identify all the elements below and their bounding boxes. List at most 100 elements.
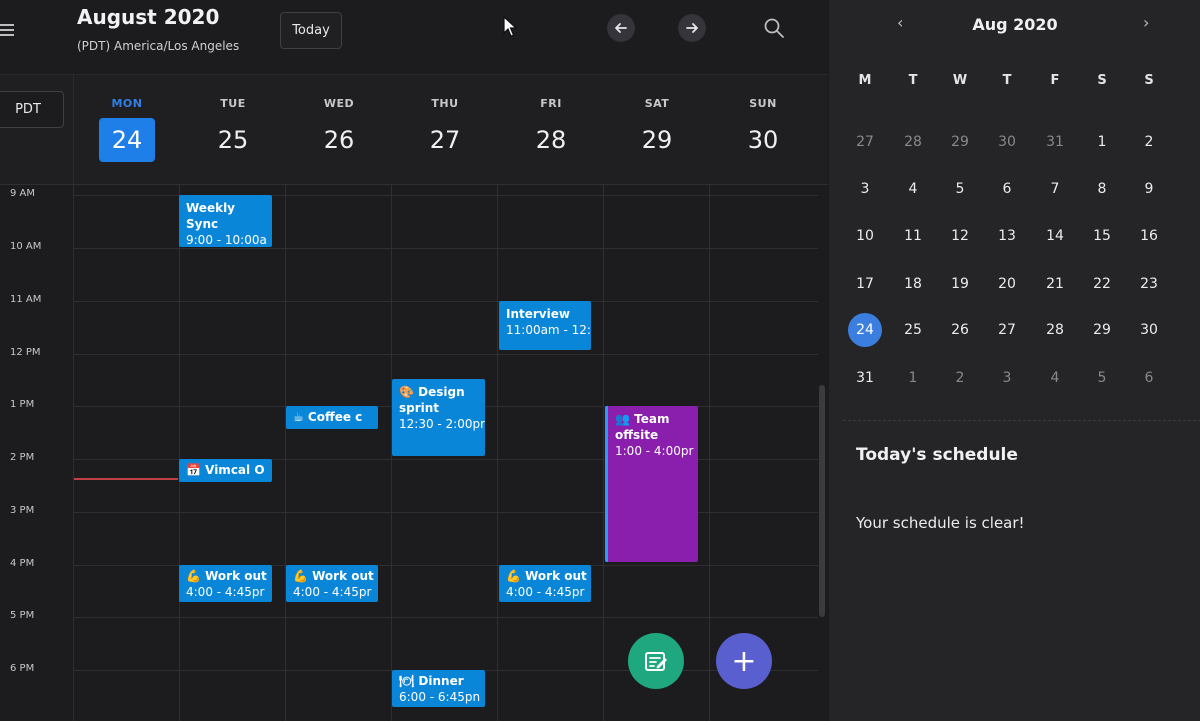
mini-day-number: 6 xyxy=(1002,181,1012,197)
day-name: WED xyxy=(323,97,355,110)
timezone-badge[interactable]: PDT xyxy=(0,91,64,128)
time-label: 3 PM xyxy=(10,505,35,516)
mini-day-number: 5 xyxy=(1097,370,1107,386)
event-time: 9:00 - 10:00a xyxy=(186,233,267,247)
mini-day[interactable]: 19 xyxy=(940,267,980,301)
mini-day-number: 3 xyxy=(860,181,870,197)
mini-day[interactable]: 16 xyxy=(1129,219,1169,253)
event-card[interactable]: 🍽 Dinner 6:00 - 6:45pn xyxy=(392,670,485,707)
mini-day-number: 1 xyxy=(908,370,918,386)
event-card[interactable]: 👥 Team offsite 1:00 - 4:00pr xyxy=(605,406,698,562)
event-card[interactable]: 💪 Work out 4:00 - 4:45pr xyxy=(179,565,272,602)
mini-day-selected[interactable]: 24 xyxy=(845,313,885,347)
day-header[interactable]: SAT 29 xyxy=(604,75,710,185)
mini-day[interactable]: 14 xyxy=(1035,219,1075,253)
mini-day-number: 11 xyxy=(904,228,922,244)
mini-day-number: 28 xyxy=(1046,322,1064,338)
mini-day-number: 17 xyxy=(856,276,874,292)
mini-day-number: 5 xyxy=(955,181,965,197)
mini-prev-month-button[interactable]: ‹ xyxy=(897,13,903,32)
calendar-main: August 2020 (PDT) America/Los Angeles To… xyxy=(0,0,828,721)
mini-day-number: 13 xyxy=(998,228,1016,244)
mini-day[interactable]: 23 xyxy=(1129,267,1169,301)
plus-icon: + xyxy=(731,643,757,679)
mini-day-number: 27 xyxy=(856,134,874,150)
mini-day[interactable]: 25 xyxy=(893,313,933,347)
mini-day[interactable]: 3 xyxy=(845,172,885,206)
mini-day[interactable]: 4 xyxy=(893,172,933,206)
mini-day[interactable]: 30 xyxy=(987,125,1027,159)
mini-day[interactable]: 26 xyxy=(940,313,980,347)
mini-day-number: 2 xyxy=(1144,134,1154,150)
prev-week-button[interactable] xyxy=(607,14,635,42)
search-button[interactable] xyxy=(762,16,788,42)
mini-day[interactable]: 1 xyxy=(1082,125,1122,159)
mini-day[interactable]: 20 xyxy=(987,267,1027,301)
event-card[interactable]: Weekly Sync 9:00 - 10:00a xyxy=(179,195,272,247)
mini-day-number: 26 xyxy=(951,322,969,338)
mini-day[interactable]: 21 xyxy=(1035,267,1075,301)
mini-day[interactable]: 27 xyxy=(845,125,885,159)
mini-day-number: 4 xyxy=(1050,370,1060,386)
event-card[interactable]: 💪 Work out 4:00 - 4:45pr xyxy=(499,565,591,602)
weekday-label: F xyxy=(1050,73,1060,88)
event-card[interactable]: 📅 Vimcal O xyxy=(179,459,272,482)
mini-day[interactable]: 5 xyxy=(1082,361,1122,395)
mini-day[interactable]: 1 xyxy=(893,361,933,395)
mini-day[interactable]: 2 xyxy=(1129,125,1169,159)
day-header[interactable]: THU 27 xyxy=(392,75,498,185)
day-name: MON xyxy=(111,97,143,110)
mini-day[interactable]: 31 xyxy=(845,361,885,395)
time-grid[interactable]: 9 AM 10 AM 11 AM 12 PM 1 PM 2 PM 3 PM 4 … xyxy=(0,184,828,721)
mini-day[interactable]: 5 xyxy=(940,172,980,206)
mini-day[interactable]: 10 xyxy=(845,219,885,253)
mini-day[interactable]: 6 xyxy=(987,172,1027,206)
event-card[interactable]: Interview 11:00am - 12:0 xyxy=(499,301,591,350)
day-header[interactable]: SUN 30 xyxy=(710,75,816,185)
mini-day[interactable]: 28 xyxy=(1035,313,1075,347)
hour-line xyxy=(74,354,818,355)
menu-icon[interactable] xyxy=(0,21,14,37)
mini-day[interactable]: 6 xyxy=(1129,361,1169,395)
time-label: 6 PM xyxy=(10,663,35,674)
mini-day[interactable]: 30 xyxy=(1129,313,1169,347)
day-header[interactable]: TUE 25 xyxy=(180,75,286,185)
event-card[interactable]: ☕ Coffee c xyxy=(286,406,378,429)
mini-day[interactable]: 15 xyxy=(1082,219,1122,253)
today-button[interactable]: Today xyxy=(280,12,342,49)
mini-day[interactable]: 8 xyxy=(1082,172,1122,206)
mini-day[interactable]: 31 xyxy=(1035,125,1075,159)
mini-day[interactable]: 11 xyxy=(893,219,933,253)
divider xyxy=(843,420,1200,421)
day-header[interactable]: MON 24 xyxy=(74,75,180,185)
mini-day[interactable]: 13 xyxy=(987,219,1027,253)
grid-scrollbar[interactable] xyxy=(819,385,825,617)
mini-day[interactable]: 9 xyxy=(1129,172,1169,206)
day-header[interactable]: FRI 28 xyxy=(498,75,604,185)
day-header[interactable]: WED 26 xyxy=(286,75,392,185)
mini-day[interactable]: 3 xyxy=(987,361,1027,395)
event-card[interactable]: 🎨 Design sprint 12:30 - 2:00pr xyxy=(392,379,485,456)
mini-day[interactable]: 28 xyxy=(893,125,933,159)
mini-next-month-button[interactable]: › xyxy=(1143,13,1149,32)
timezone-label: (PDT) America/Los Angeles xyxy=(77,39,240,53)
notes-button[interactable] xyxy=(628,633,684,689)
mini-day[interactable]: 22 xyxy=(1082,267,1122,301)
mini-day-number: 19 xyxy=(951,276,969,292)
mini-day[interactable]: 7 xyxy=(1035,172,1075,206)
event-card[interactable]: 💪 Work out 4:00 - 4:45pr xyxy=(286,565,378,602)
next-week-button[interactable] xyxy=(678,14,706,42)
add-event-button[interactable]: + xyxy=(716,633,772,689)
mini-day[interactable]: 27 xyxy=(987,313,1027,347)
mini-day[interactable]: 2 xyxy=(940,361,980,395)
mini-day-number: 31 xyxy=(1046,134,1064,150)
mini-day[interactable]: 12 xyxy=(940,219,980,253)
mini-day[interactable]: 17 xyxy=(845,267,885,301)
mini-day[interactable]: 4 xyxy=(1035,361,1075,395)
mini-day[interactable]: 29 xyxy=(940,125,980,159)
mini-day[interactable]: 29 xyxy=(1082,313,1122,347)
mini-day-number: 21 xyxy=(1046,276,1064,292)
mini-day-number: 31 xyxy=(856,370,874,386)
event-title: 💪 Work out xyxy=(186,569,267,583)
mini-day[interactable]: 18 xyxy=(893,267,933,301)
